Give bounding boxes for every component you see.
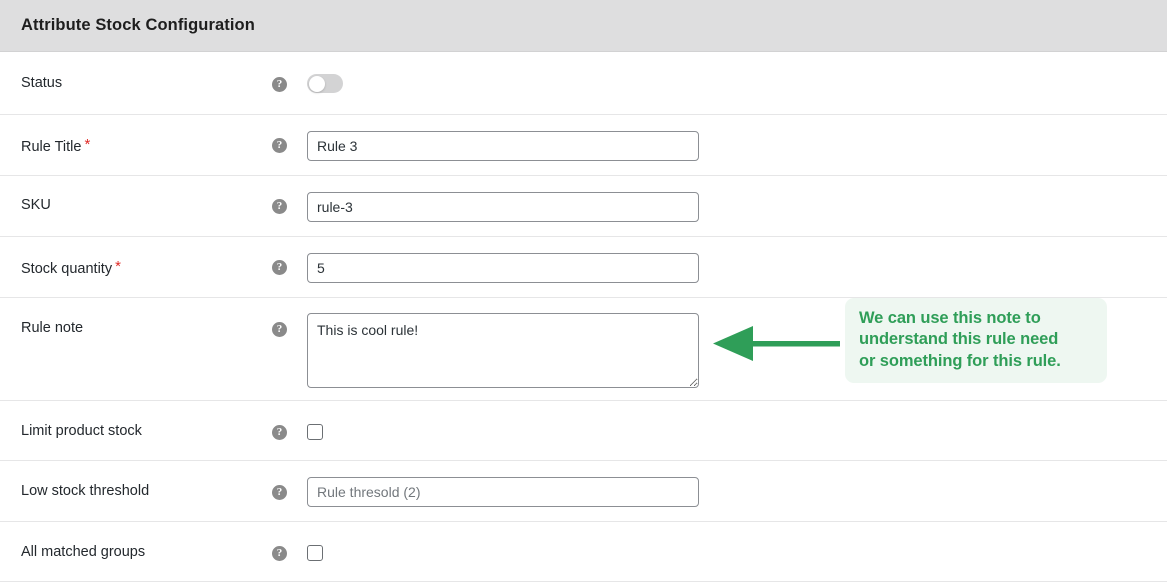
label-status: Status — [21, 76, 62, 91]
label-limit-product-stock-text: Limit product stock — [21, 423, 142, 439]
row-low-stock-threshold: Low stock threshold ? — [0, 461, 1167, 522]
label-limit-product-stock: Limit product stock — [21, 424, 142, 439]
sku-input[interactable] — [307, 192, 699, 222]
label-rule-note: Rule note — [21, 321, 83, 336]
row-limit-product-stock: Limit product stock ? — [0, 401, 1167, 461]
annotation-callout: We can use this note to understand this … — [845, 298, 1107, 384]
status-toggle[interactable] — [307, 74, 343, 93]
label-rule-note-text: Rule note — [21, 320, 84, 336]
required-marker: * — [115, 258, 121, 275]
help-icon-status[interactable]: ? — [272, 77, 287, 92]
help-icon-rule-title[interactable]: ? — [272, 138, 287, 153]
row-rule-title: Rule Title * ? — [0, 115, 1167, 176]
toggle-knob — [308, 75, 325, 92]
label-rule-title-text: Rule Title — [21, 139, 82, 155]
all-matched-groups-checkbox[interactable] — [307, 545, 323, 561]
rule-title-input[interactable] — [307, 131, 699, 161]
attribute-stock-configuration-panel: Attribute Stock Configuration Status ? R… — [0, 0, 1167, 584]
help-icon-sku[interactable]: ? — [272, 199, 287, 214]
label-low-stock-threshold-text: Low stock threshold — [21, 483, 150, 499]
help-icon-limit-product-stock[interactable]: ? — [272, 425, 287, 440]
help-icon-stock-quantity[interactable]: ? — [272, 260, 287, 275]
label-all-matched-groups-text: All matched groups — [21, 544, 146, 560]
low-stock-threshold-input[interactable] — [307, 477, 699, 507]
label-stock-quantity-text: Stock quantity — [21, 261, 113, 277]
label-sku: SKU — [21, 198, 51, 213]
stock-quantity-input[interactable] — [307, 253, 699, 283]
label-rule-title: Rule Title * — [21, 137, 90, 155]
help-icon-low-stock-threshold[interactable]: ? — [272, 485, 287, 500]
label-all-matched-groups: All matched groups — [21, 545, 145, 560]
page-title: Attribute Stock Configuration — [21, 16, 255, 34]
required-marker: * — [84, 136, 91, 153]
limit-product-stock-checkbox[interactable] — [307, 424, 323, 440]
callout-line-3: or something for this rule. — [859, 351, 1061, 370]
row-status: Status ? — [0, 52, 1167, 115]
label-stock-quantity: Stock quantity * — [21, 259, 121, 277]
label-sku-text: SKU — [21, 197, 51, 213]
rule-note-textarea[interactable]: This is cool rule! — [307, 313, 699, 388]
row-sku: SKU ? — [0, 176, 1167, 237]
row-all-matched-groups: All matched groups ? — [0, 522, 1167, 582]
help-icon-all-matched-groups[interactable]: ? — [272, 546, 287, 561]
callout-line-1: We can use this note to — [859, 309, 1041, 327]
row-stock-quantity: Stock quantity * ? — [0, 237, 1167, 298]
callout-line-2: understand this rule need — [859, 330, 1059, 349]
help-icon-rule-note[interactable]: ? — [272, 322, 287, 337]
panel-header: Attribute Stock Configuration — [0, 0, 1167, 52]
label-status-text: Status — [21, 75, 63, 91]
label-low-stock-threshold: Low stock threshold — [21, 484, 149, 499]
